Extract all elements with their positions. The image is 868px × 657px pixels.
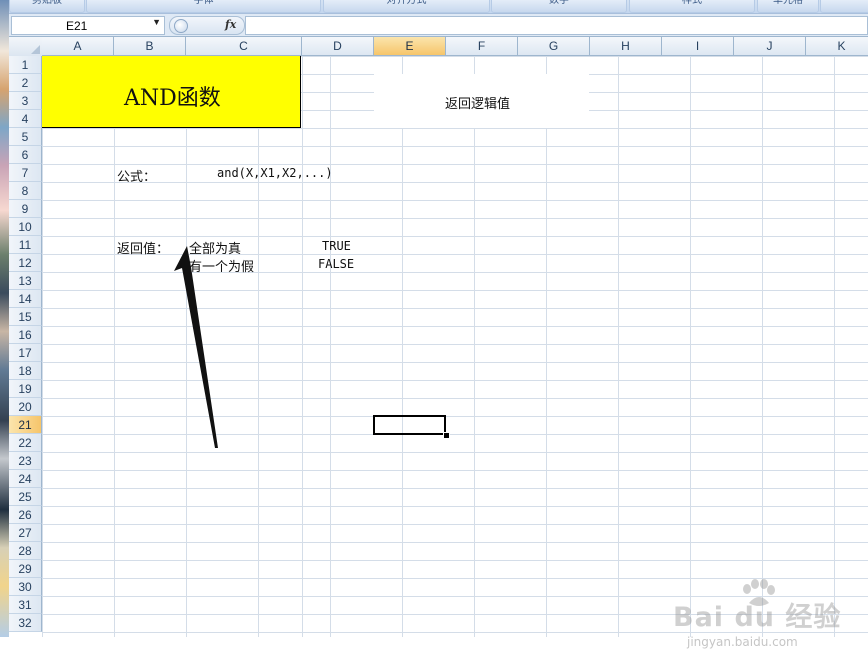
- column-header-f[interactable]: F: [446, 37, 518, 56]
- formula-tools: fx: [169, 16, 245, 35]
- ribbon-group-editing[interactable]: [820, 0, 868, 13]
- row-header-4[interactable]: 4: [9, 110, 42, 128]
- row-header-10[interactable]: 10: [9, 218, 42, 236]
- row-header-17[interactable]: 17: [9, 344, 42, 362]
- baidu-jingyan-watermark: Bai du 经验 jingyan.baidu.com: [669, 577, 868, 657]
- column-header-b[interactable]: B: [114, 37, 186, 56]
- row-header-28[interactable]: 28: [9, 542, 42, 560]
- formula-input[interactable]: [245, 16, 868, 35]
- ribbon-group-clipboard[interactable]: 剪贴板: [9, 0, 85, 13]
- row-header-2[interactable]: 2: [9, 74, 42, 92]
- row-header-1[interactable]: 1: [9, 56, 42, 74]
- column-header-i[interactable]: I: [662, 37, 734, 56]
- insert-function-icon[interactable]: fx: [225, 18, 236, 31]
- row-header-18[interactable]: 18: [9, 362, 42, 380]
- row-header-21[interactable]: 21: [9, 416, 42, 434]
- row-header-20[interactable]: 20: [9, 398, 42, 416]
- watermark-brand: Bai du 经验: [673, 602, 842, 633]
- ribbon-group-alignment[interactable]: 对齐方式: [323, 0, 490, 13]
- column-header-a[interactable]: A: [42, 37, 114, 56]
- row-header-7[interactable]: 7: [9, 164, 42, 182]
- column-header-g[interactable]: G: [518, 37, 590, 56]
- column-header-j[interactable]: J: [734, 37, 806, 56]
- row-header-24[interactable]: 24: [9, 470, 42, 488]
- row-header-3[interactable]: 3: [9, 92, 42, 110]
- expand-formula-icon[interactable]: [174, 19, 188, 33]
- row-header-25[interactable]: 25: [9, 488, 42, 506]
- fill-handle[interactable]: [443, 432, 450, 439]
- column-header-h[interactable]: H: [590, 37, 662, 56]
- row-header-30[interactable]: 30: [9, 578, 42, 596]
- column-header-k[interactable]: K: [806, 37, 868, 56]
- name-box-value: E21: [66, 19, 88, 33]
- row-header-23[interactable]: 23: [9, 452, 42, 470]
- select-all-corner[interactable]: [9, 37, 43, 57]
- ribbon-group-number[interactable]: 数字: [491, 0, 627, 13]
- ribbon-group-font[interactable]: 字体: [86, 0, 321, 13]
- column-headers: A B C D E F G H I J K: [42, 37, 868, 56]
- row-header-5[interactable]: 5: [9, 128, 42, 146]
- background-app-strip: [0, 0, 9, 637]
- row-header-9[interactable]: 9: [9, 200, 42, 218]
- row-header-32[interactable]: 32: [9, 614, 42, 632]
- ribbon-group-captions: 剪贴板 字体 对齐方式 数字 样式 单元格: [9, 0, 868, 14]
- row-header-26[interactable]: 26: [9, 506, 42, 524]
- formula-bar: E21 ▼ fx: [9, 14, 868, 37]
- row-header-8[interactable]: 8: [9, 182, 42, 200]
- column-header-e[interactable]: E: [374, 37, 446, 56]
- ribbon-group-styles[interactable]: 样式: [629, 0, 755, 13]
- chevron-down-icon[interactable]: ▼: [152, 17, 161, 27]
- row-header-22[interactable]: 22: [9, 434, 42, 452]
- select-all-icon: [31, 45, 40, 54]
- ribbon-group-cells[interactable]: 单元格: [757, 0, 819, 13]
- row-header-11[interactable]: 11: [9, 236, 42, 254]
- row-header-27[interactable]: 27: [9, 524, 42, 542]
- arrow-shape: [174, 246, 218, 448]
- worksheet-grid: A B C D E F G H I J K 1 2 3 4 5 6 7 8 9 …: [9, 37, 868, 649]
- row-header-16[interactable]: 16: [9, 326, 42, 344]
- active-cell-selection[interactable]: [373, 415, 446, 435]
- row-header-13[interactable]: 13: [9, 272, 42, 290]
- row-header-31[interactable]: 31: [9, 596, 42, 614]
- row-header-15[interactable]: 15: [9, 308, 42, 326]
- row-header-12[interactable]: 12: [9, 254, 42, 272]
- name-box[interactable]: E21 ▼: [11, 16, 165, 35]
- cell-area[interactable]: AND函数 返回逻辑值 公式： and(X,X1,X2,...) 返回值： 全部…: [42, 56, 868, 637]
- column-header-c[interactable]: C: [186, 37, 302, 56]
- row-header-29[interactable]: 29: [9, 560, 42, 578]
- column-header-d[interactable]: D: [302, 37, 374, 56]
- row-header-14[interactable]: 14: [9, 290, 42, 308]
- annotation-arrow: [174, 246, 218, 448]
- row-header-6[interactable]: 6: [9, 146, 42, 164]
- row-header-19[interactable]: 19: [9, 380, 42, 398]
- note-text: 返回逻辑值: [445, 97, 511, 112]
- watermark-url: jingyan.baidu.com: [687, 635, 798, 649]
